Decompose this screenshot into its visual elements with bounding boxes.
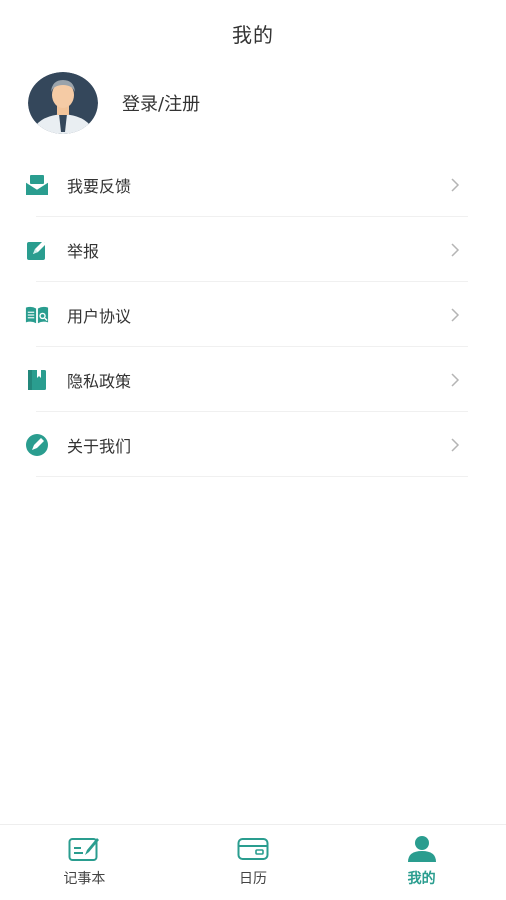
page-header: 我的 <box>0 0 506 66</box>
page-title: 我的 <box>232 22 274 47</box>
report-pencil-icon <box>25 238 49 262</box>
tab-label: 我的 <box>407 871 436 887</box>
tab-label: 日历 <box>239 871 267 887</box>
chevron-right-icon <box>448 177 462 192</box>
login-register-link[interactable]: 登录/注册 <box>122 90 200 116</box>
divider <box>36 476 468 477</box>
menu-item-report[interactable]: 举报 <box>0 217 506 282</box>
menu-item-label: 关于我们 <box>67 436 132 456</box>
menu-item-label: 隐私政策 <box>67 371 132 391</box>
tab-calendar[interactable]: 日历 <box>169 825 338 900</box>
tab-label: 记事本 <box>63 871 106 887</box>
menu-item-about-us[interactable]: 关于我们 <box>0 412 506 477</box>
chevron-right-icon <box>448 437 462 452</box>
person-icon <box>405 834 439 864</box>
menu-item-user-agreement[interactable]: 用户协议 <box>0 282 506 347</box>
menu-item-label: 举报 <box>67 241 100 261</box>
chevron-right-icon <box>448 242 462 257</box>
menu-item-privacy-policy[interactable]: 隐私政策 <box>0 347 506 412</box>
chevron-right-icon <box>448 372 462 387</box>
tab-notebook[interactable]: 记事本 <box>0 825 169 900</box>
tab-mine[interactable]: 我的 <box>337 825 506 900</box>
profile-section[interactable]: 登录/注册 <box>28 72 200 134</box>
menu-list: 我要反馈 举报 用户协议 隐私政策 关于我们 <box>0 152 506 477</box>
calendar-card-icon <box>236 834 270 864</box>
bottom-tab-bar: 记事本 日历 我的 <box>0 824 506 900</box>
about-circle-icon <box>25 433 49 457</box>
agreement-book-icon <box>25 303 49 327</box>
menu-item-label: 用户协议 <box>67 306 132 326</box>
notebook-icon <box>67 834 101 864</box>
menu-item-feedback[interactable]: 我要反馈 <box>0 152 506 217</box>
menu-item-label: 我要反馈 <box>67 176 132 196</box>
feedback-mail-icon <box>25 173 49 197</box>
chevron-right-icon <box>448 307 462 322</box>
user-avatar-icon[interactable] <box>28 72 98 134</box>
privacy-book-icon <box>25 368 49 392</box>
